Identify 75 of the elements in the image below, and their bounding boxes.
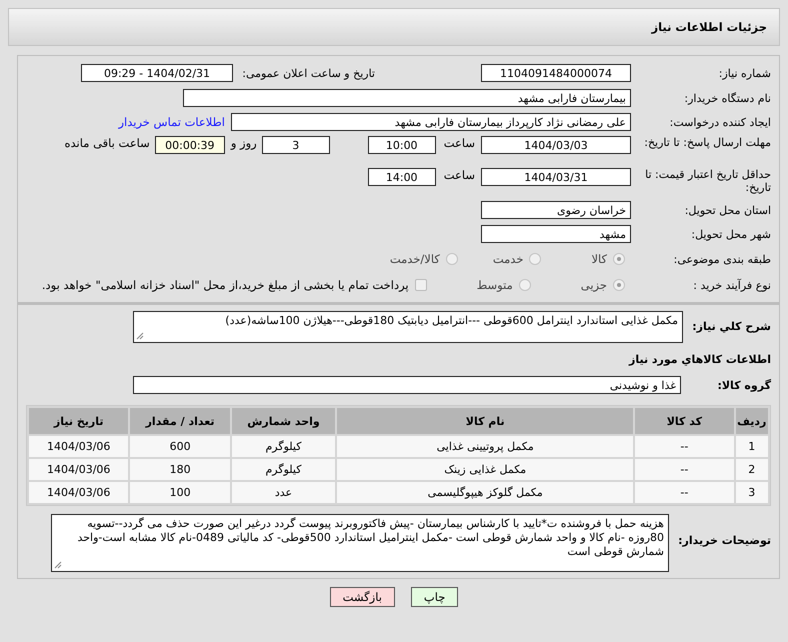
page-title: جزئیات اطلاعات نیاز — [651, 20, 767, 34]
buyer-contact-link[interactable]: اطلاعات تماس خریدار — [118, 115, 225, 129]
field-label: مهلت ارسال پاسخ: تا تاریخ: — [643, 136, 771, 149]
table-cell: 1404/03/06 — [29, 436, 128, 457]
checkbox[interactable] — [414, 279, 427, 291]
radio-label: کالا/خدمت — [390, 252, 440, 266]
column-header: نام کالا — [337, 408, 634, 434]
field-label: شهر محل تحویل: — [690, 228, 771, 240]
buyer-notes-textarea[interactable]: هزینه حمل با فروشنده ت*تایید با کارشناس بیمارستان -پیش فاکتوروبرند پیوست گردد درغیر این صورت حذف می گردد--تسویه 80روزه -نام کالا و واحد شمارش قوطی است -مکمل اینترامیل استاندارد 500قوطی- کد مالیاتی 0489-نام کالا مشابه است-واحد شمارش قوطی است — [51, 514, 669, 572]
table-cell: عدد — [232, 482, 336, 503]
announce-date-field[interactable]: 1404/02/31 - 09:29 — [81, 64, 233, 82]
table-cell: 3 — [736, 482, 768, 503]
table-cell: 100 — [130, 482, 230, 503]
field-label: شماره نیاز: — [718, 66, 771, 80]
date-field[interactable]: 1404/03/31 — [481, 168, 631, 186]
table-cell: -- — [635, 459, 734, 480]
field-label: استان محل تحویل: — [684, 204, 771, 216]
radio-label: جزیی — [580, 278, 607, 292]
radio-button[interactable] — [613, 279, 625, 291]
province-field[interactable]: خراسان رضوی — [481, 201, 631, 219]
table-cell: مکمل غذایی زینک — [337, 459, 634, 480]
resize-grip-icon — [136, 332, 144, 340]
table-cell: -- — [635, 482, 734, 503]
table-cell: کیلوگرم — [232, 436, 336, 457]
table-cell: 1404/03/06 — [29, 482, 128, 503]
requester-field[interactable]: علی رمضانی نژاد کارپرداز بیمارستان فارابی مشهد — [231, 113, 631, 131]
radio-label: متوسط — [476, 278, 513, 292]
need-number-field[interactable]: 1104091484000074 — [481, 64, 631, 82]
days-label: روز و — [230, 136, 257, 150]
field-label: گروه کالا: — [716, 378, 771, 392]
table-cell: 1 — [736, 436, 768, 457]
field-label: حداقل تاریخ اعتبار قیمت: تا تاریخ: — [644, 168, 771, 194]
checkbox-label: پرداخت تمام یا بخشی از مبلغ خرید،از محل "اسناد خزانه اسلامی" خواهد بود. — [42, 278, 409, 292]
column-header: تاریخ نیاز — [29, 408, 128, 434]
radio-button[interactable] — [613, 253, 625, 265]
resize-grip-icon — [54, 561, 62, 569]
time-field[interactable]: 14:00 — [368, 168, 436, 186]
date-field[interactable]: 1404/03/03 — [481, 136, 631, 154]
field-label: تاریخ و ساعت اعلان عمومی: — [241, 66, 375, 80]
days-field[interactable]: 3 — [262, 136, 330, 154]
field-label: طبقه بندی موضوعی: — [672, 252, 771, 266]
table-cell: مکمل گلوکز هیپوگلیسمی — [337, 482, 634, 503]
table-cell: 2 — [736, 459, 768, 480]
time-label: ساعت — [444, 168, 475, 182]
buyer-org-field[interactable]: بیمارستان فارابی مشهد — [183, 89, 631, 107]
table-cell: 600 — [130, 436, 230, 457]
field-label: شرح کلي نياز: — [691, 320, 771, 333]
field-label: نوع فرآیند خرید : — [692, 278, 771, 292]
table-cell: 180 — [130, 459, 230, 480]
radio-button[interactable] — [518, 279, 531, 291]
table-cell: مکمل پروتیینی غذایی — [337, 436, 634, 457]
radio-label: خدمت — [492, 252, 524, 266]
radio-label: کالا — [591, 252, 607, 266]
summary-textarea[interactable]: مکمل غذایی استاندارد اینترامل 600قوطی ---انترامیل دیابتیک 180قوطی---هیلاژن 100ساشه(عدد) — [133, 311, 683, 343]
column-header: تعداد / مقدار — [130, 408, 230, 434]
table-cell: کیلوگرم — [232, 459, 336, 480]
field-label: نام دستگاه خریدار: — [683, 92, 771, 104]
field-label: ایجاد کننده درخواست: — [668, 116, 771, 128]
table-cell: -- — [635, 436, 734, 457]
remaining-label: ساعت باقی مانده — [64, 136, 150, 150]
back-button[interactable]: بازگشت — [330, 587, 395, 607]
goods-group-field[interactable]: غذا و نوشیدنی — [133, 376, 681, 394]
city-field[interactable]: مشهد — [481, 225, 631, 243]
column-header: واحد شمارش — [232, 408, 336, 434]
remaining-time-field[interactable]: 00:00:39 — [154, 136, 225, 154]
time-label: ساعت — [444, 136, 475, 150]
column-header: کد کالا — [635, 408, 734, 434]
radio-button[interactable] — [446, 253, 458, 265]
time-field[interactable]: 10:00 — [368, 136, 436, 154]
section-title: اطلاعات كالاهاي مورد نياز — [628, 352, 771, 366]
table-cell: 1404/03/06 — [29, 459, 128, 480]
print-button[interactable]: چاپ — [410, 587, 458, 607]
radio-button[interactable] — [529, 253, 542, 265]
field-label: توضیحات خریدار: — [677, 534, 771, 547]
column-header: ردیف — [736, 408, 768, 434]
